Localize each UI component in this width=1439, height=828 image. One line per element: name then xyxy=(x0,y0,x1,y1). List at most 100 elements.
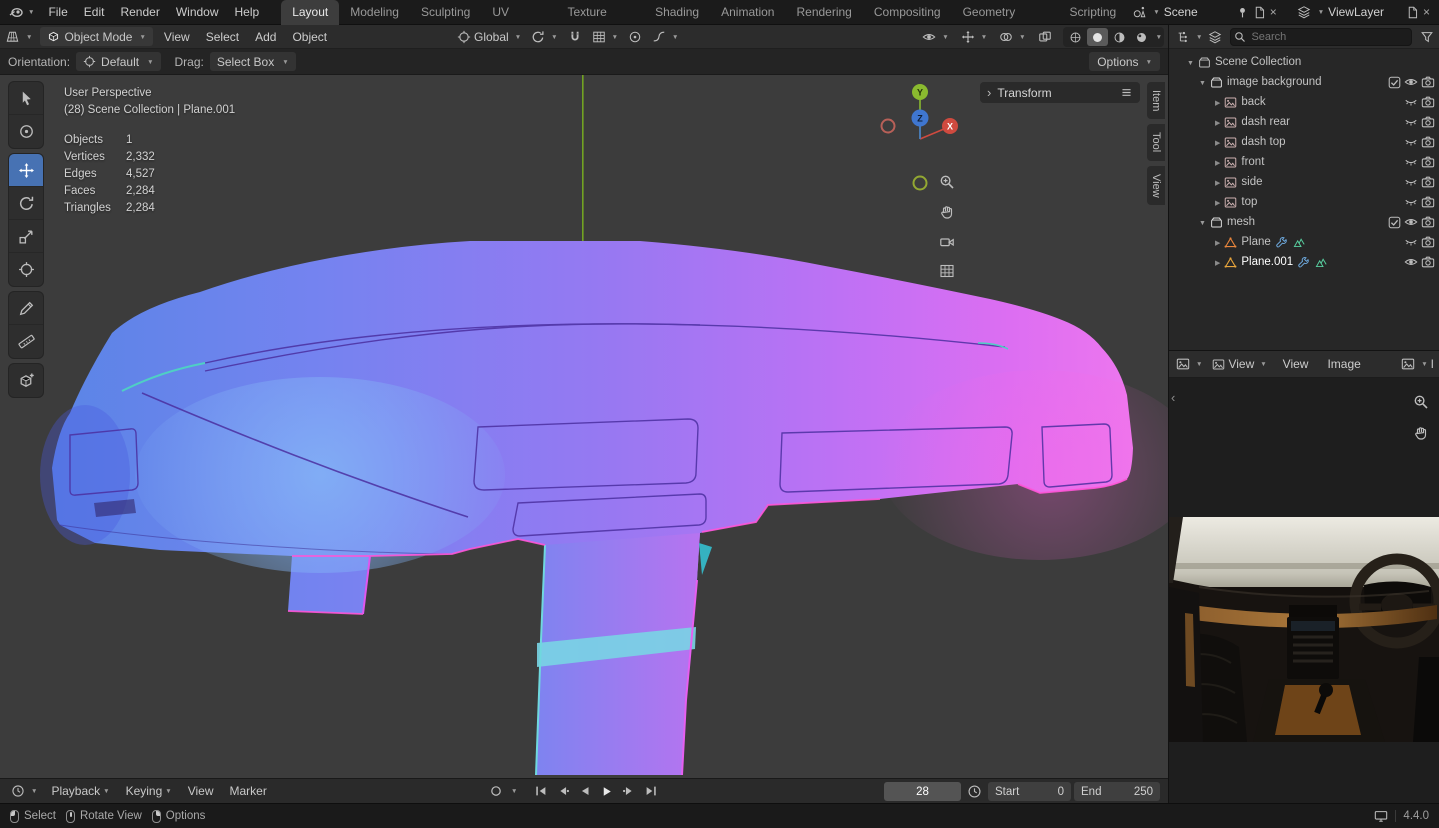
menu-view[interactable]: View xyxy=(156,30,198,44)
workspace-tab-modeling[interactable]: Modeling xyxy=(339,0,410,25)
hide-eye-icon[interactable] xyxy=(1404,255,1418,269)
next-keyframe-button[interactable] xyxy=(619,781,639,801)
sidebar-tab-view[interactable]: View xyxy=(1147,165,1165,206)
disclosure-closed-icon[interactable] xyxy=(1215,176,1220,188)
render-camera-icon[interactable] xyxy=(1421,255,1435,269)
menu-select[interactable]: Select xyxy=(198,30,247,44)
tool-move[interactable] xyxy=(9,154,43,187)
disclosure-closed-icon[interactable] xyxy=(1215,256,1220,268)
snap-settings-dropdown[interactable] xyxy=(587,27,623,47)
search-input[interactable] xyxy=(1230,27,1412,46)
mode-dropdown[interactable]: Object Mode xyxy=(40,27,153,46)
image-mode-dropdown[interactable]: View xyxy=(1207,354,1271,374)
hide-eye-icon[interactable] xyxy=(1404,155,1418,169)
outliner-row-back[interactable]: back xyxy=(1169,92,1439,112)
falloff-dropdown[interactable] xyxy=(647,27,683,47)
render-camera-icon[interactable] xyxy=(1421,175,1435,189)
render-camera-icon[interactable] xyxy=(1421,235,1435,249)
image-pan-button[interactable] xyxy=(1411,423,1431,443)
axis-y-negative[interactable] xyxy=(912,175,928,191)
orientation-default-dropdown[interactable]: Default xyxy=(76,52,161,71)
hide-eye-icon[interactable] xyxy=(1404,215,1418,229)
exclude-checkbox-icon[interactable] xyxy=(1388,76,1401,89)
use-preview-range-icon[interactable] xyxy=(967,784,982,799)
viewlayer-selector[interactable]: ViewLayer xyxy=(1292,3,1435,22)
menu-file[interactable]: File xyxy=(40,0,75,25)
render-camera-icon[interactable] xyxy=(1421,95,1435,109)
xray-toggle[interactable] xyxy=(1033,27,1057,47)
render-camera-icon[interactable] xyxy=(1421,195,1435,209)
timeline-editor-type-button[interactable] xyxy=(6,781,42,801)
hide-eye-icon[interactable] xyxy=(1404,135,1418,149)
proportional-edit-toggle[interactable] xyxy=(623,27,647,47)
disclosure-closed-icon[interactable] xyxy=(1215,136,1220,148)
filter-funnel-icon[interactable] xyxy=(1420,30,1434,44)
chevron-down-icon[interactable] xyxy=(1153,30,1162,44)
sidebar-tab-tool[interactable]: Tool xyxy=(1147,124,1165,161)
options-dropdown[interactable]: Options xyxy=(1089,52,1160,71)
disclosure-open-icon[interactable] xyxy=(1187,56,1194,68)
geometry-nodes-icon[interactable] xyxy=(1314,256,1327,269)
menu-playback[interactable]: Playback xyxy=(44,784,116,798)
image-editor-canvas[interactable]: ‹ xyxy=(1169,378,1439,804)
sidebar-tab-item[interactable]: Item xyxy=(1147,82,1165,120)
disclosure-closed-icon[interactable] xyxy=(1215,156,1220,168)
workspace-tab-animation[interactable]: Animation xyxy=(710,0,785,25)
new-viewlayer-icon[interactable] xyxy=(1406,6,1419,19)
disclosure-open-icon[interactable] xyxy=(1199,76,1206,88)
editor-type-button[interactable] xyxy=(0,27,37,47)
menu-window[interactable]: Window xyxy=(168,0,227,25)
browse-image-icon[interactable] xyxy=(1401,357,1415,371)
geometry-nodes-icon[interactable] xyxy=(1292,236,1305,249)
outliner-row-plane-001[interactable]: Plane.001 xyxy=(1169,252,1439,272)
menu-edit[interactable]: Edit xyxy=(76,0,113,25)
new-scene-icon[interactable] xyxy=(1253,6,1266,19)
disclosure-closed-icon[interactable] xyxy=(1215,96,1220,108)
outliner-row-top[interactable]: top xyxy=(1169,192,1439,212)
menu-render[interactable]: Render xyxy=(112,0,167,25)
outliner-row-dash-top[interactable]: dash top xyxy=(1169,132,1439,152)
tool-annotate[interactable] xyxy=(9,292,43,325)
modifier-wrench-icon[interactable] xyxy=(1297,256,1310,269)
tool-3d-cursor[interactable] xyxy=(9,115,43,148)
menu-image-view[interactable]: View xyxy=(1275,357,1317,371)
hide-eye-icon[interactable] xyxy=(1404,235,1418,249)
workspace-tab-sculpting[interactable]: Sculpting xyxy=(410,0,481,25)
jump-to-start-button[interactable] xyxy=(531,781,551,801)
axis-x-negative[interactable] xyxy=(880,118,896,134)
tool-add-cube[interactable] xyxy=(9,364,43,397)
outliner-row-side[interactable]: side xyxy=(1169,172,1439,192)
shading-material-button[interactable] xyxy=(1109,28,1130,46)
workspace-tab-scripting[interactable]: Scripting xyxy=(1059,0,1128,25)
play-button[interactable] xyxy=(597,781,617,801)
pin-icon[interactable] xyxy=(1236,6,1249,19)
outliner-row-plane[interactable]: Plane xyxy=(1169,232,1439,252)
outliner-row-image-background[interactable]: image background xyxy=(1169,72,1439,92)
play-reverse-button[interactable] xyxy=(575,781,595,801)
render-camera-icon[interactable] xyxy=(1421,215,1435,229)
orientation-dropdown[interactable]: Global xyxy=(452,27,526,47)
workspace-tab-geometry-nodes[interactable]: Geometry Nodes xyxy=(952,0,1059,44)
tool-transform[interactable] xyxy=(9,253,43,286)
chevron-down-icon[interactable] xyxy=(508,784,517,798)
previous-keyframe-button[interactable] xyxy=(553,781,573,801)
image-editor-type-button[interactable] xyxy=(1174,354,1204,374)
outliner-row-scene-collection[interactable]: Scene Collection xyxy=(1169,52,1439,72)
exclude-checkbox-icon[interactable] xyxy=(1388,216,1401,229)
workspace-tab-shading[interactable]: Shading xyxy=(644,0,710,25)
tool-select-box[interactable] xyxy=(9,82,43,115)
outliner-row-dash-rear[interactable]: dash rear xyxy=(1169,112,1439,132)
menu-keying[interactable]: Keying xyxy=(119,784,179,798)
zoom-button[interactable] xyxy=(936,171,958,193)
hide-eye-icon[interactable] xyxy=(1404,175,1418,189)
shading-solid-button[interactable] xyxy=(1086,28,1108,46)
frame-end-field[interactable]: End 250 xyxy=(1074,782,1160,801)
menu-timeline-view[interactable]: View xyxy=(181,784,221,798)
current-frame-field[interactable]: 28 xyxy=(884,782,961,801)
region-collapse-icon[interactable]: ‹ xyxy=(1171,390,1175,405)
hide-eye-icon[interactable] xyxy=(1404,95,1418,109)
shading-wireframe-button[interactable] xyxy=(1065,28,1086,46)
workspace-tab-compositing[interactable]: Compositing xyxy=(863,0,952,25)
outliner-row-mesh[interactable]: mesh xyxy=(1169,212,1439,232)
render-camera-icon[interactable] xyxy=(1421,115,1435,129)
